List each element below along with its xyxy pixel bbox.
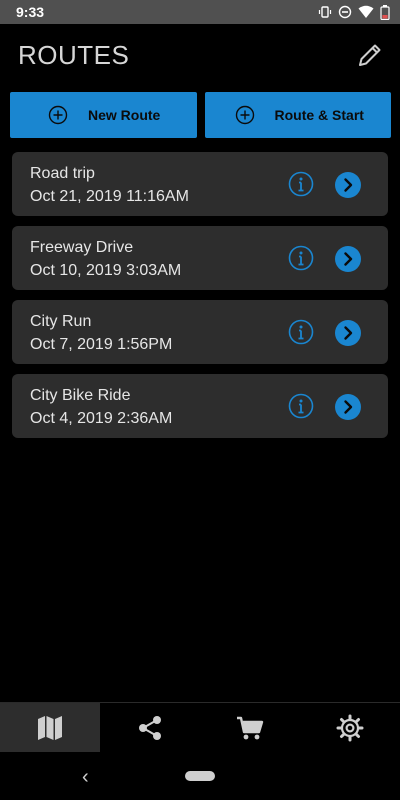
info-icon[interactable] — [288, 393, 314, 419]
do-not-disturb-icon — [338, 5, 352, 19]
edit-button[interactable] — [354, 39, 386, 71]
home-pill[interactable] — [185, 771, 215, 781]
tab-share[interactable] — [100, 703, 200, 752]
action-buttons: New Route Route & Start — [10, 92, 391, 138]
route-date: Oct 7, 2019 1:56PM — [30, 336, 173, 353]
system-icons — [318, 4, 390, 20]
info-icon[interactable] — [288, 171, 314, 197]
chevron-right-icon[interactable] — [334, 393, 362, 421]
new-route-button[interactable]: New Route — [10, 92, 197, 138]
route-card[interactable]: City Bike Ride Oct 4, 2019 2:36AM — [12, 374, 388, 438]
chevron-right-icon[interactable] — [334, 319, 362, 347]
info-icon[interactable] — [288, 319, 314, 345]
battery-icon — [380, 4, 390, 20]
route-name: City Run — [30, 313, 92, 330]
route-list: Road trip Oct 21, 2019 11:16AM Freeway D… — [12, 152, 388, 448]
map-icon — [38, 715, 62, 740]
page-title: ROUTES — [18, 39, 130, 70]
add-circle-icon — [48, 105, 68, 125]
chevron-right-icon[interactable] — [334, 171, 362, 199]
route-date: Oct 21, 2019 11:16AM — [30, 188, 189, 205]
bottom-navigation — [0, 702, 400, 752]
route-card[interactable]: Road trip Oct 21, 2019 11:16AM — [12, 152, 388, 216]
wifi-icon — [358, 5, 374, 18]
info-icon[interactable] — [288, 245, 314, 271]
tab-settings[interactable] — [300, 703, 400, 752]
new-route-label: New Route — [88, 107, 161, 123]
cart-icon — [237, 716, 264, 739]
chevron-right-icon[interactable] — [334, 245, 362, 273]
share-icon — [139, 715, 161, 740]
add-circle-icon — [235, 105, 254, 125]
system-navigation: ‹ — [0, 752, 400, 800]
route-name: Road trip — [30, 165, 95, 182]
status-bar: 9:33 — [0, 0, 400, 24]
back-icon[interactable]: ‹ — [82, 766, 89, 789]
route-card[interactable]: Freeway Drive Oct 10, 2019 3:03AM — [12, 226, 388, 290]
gear-icon — [336, 714, 364, 741]
route-date: Oct 10, 2019 3:03AM — [30, 262, 182, 279]
route-and-start-button[interactable]: Route & Start — [204, 92, 391, 138]
status-time: 9:33 — [16, 4, 45, 20]
route-card[interactable]: City Run Oct 7, 2019 1:56PM — [12, 300, 388, 364]
route-and-start-label: Route & Start — [274, 107, 364, 123]
pencil-icon — [359, 44, 381, 66]
route-date: Oct 4, 2019 2:36AM — [30, 410, 173, 427]
route-name: Freeway Drive — [30, 239, 134, 256]
tab-shop[interactable] — [200, 703, 300, 752]
tab-map[interactable] — [0, 703, 100, 752]
app-header: ROUTES — [0, 24, 400, 86]
route-name: City Bike Ride — [30, 387, 131, 404]
vibrate-icon — [318, 6, 332, 18]
